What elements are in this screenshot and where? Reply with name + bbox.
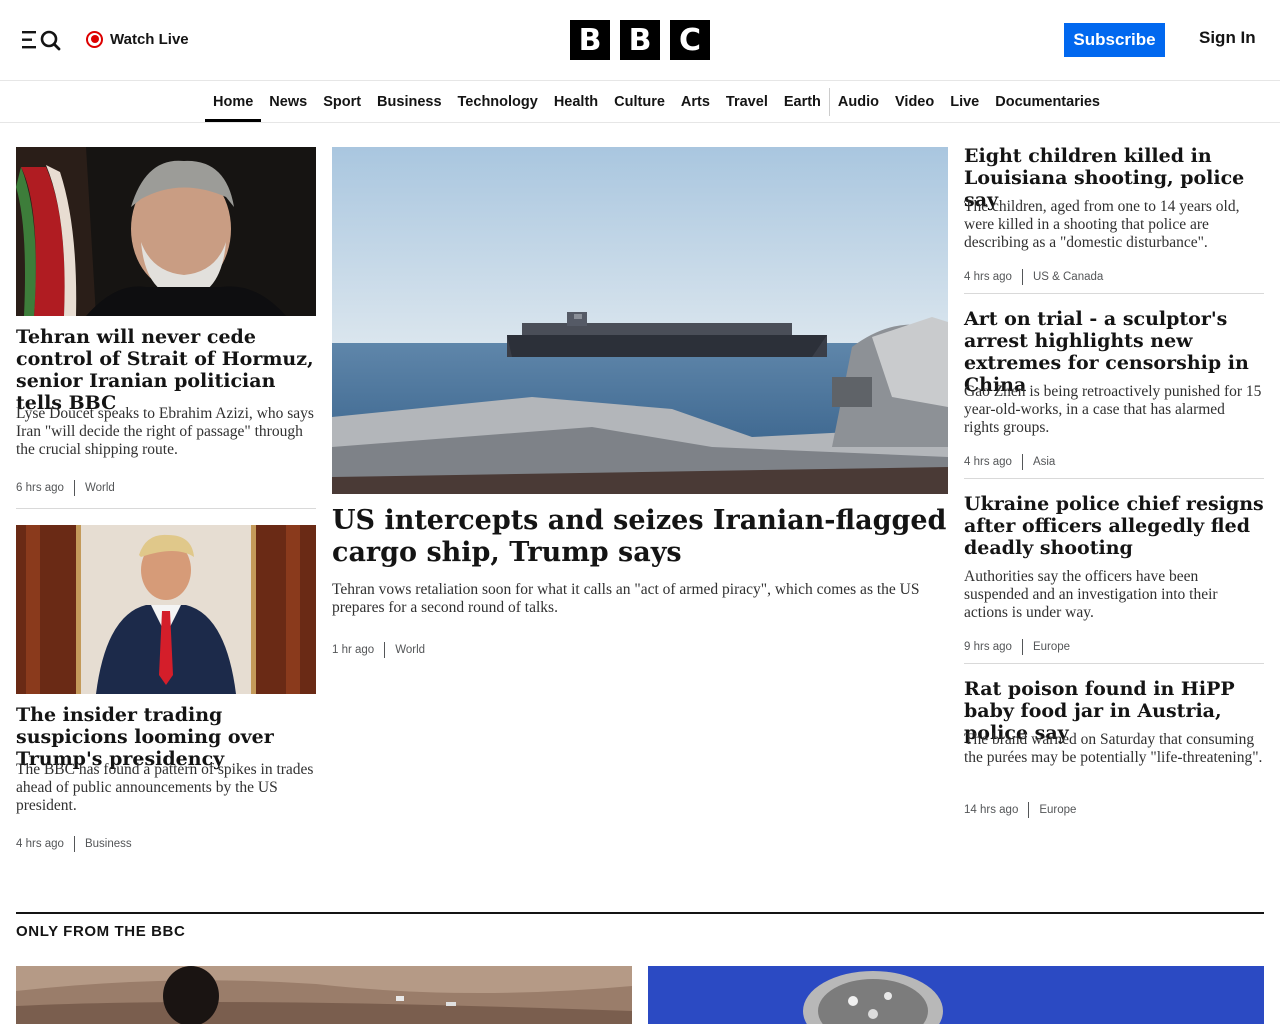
story-category[interactable]: Europe xyxy=(1033,641,1070,653)
story-divider xyxy=(16,508,316,509)
story-time: 6 hrs ago xyxy=(16,482,64,494)
nav-audio[interactable]: Audio xyxy=(830,81,887,122)
live-record-icon xyxy=(86,30,103,48)
story-title[interactable]: Tehran will never cede control of Strait… xyxy=(16,326,316,414)
nav-health[interactable]: Health xyxy=(546,81,606,122)
story-category[interactable]: World xyxy=(85,482,115,494)
nav-business[interactable]: Business xyxy=(369,81,449,122)
story-category[interactable]: Europe xyxy=(1039,804,1076,816)
story-category[interactable]: World xyxy=(395,644,425,656)
story-meta: 6 hrs ago World xyxy=(16,480,115,496)
story-summary: Authorities say the officers have been s… xyxy=(964,568,1218,621)
story-meta: 4 hrs ago Asia xyxy=(964,454,1055,470)
main-navigation: Home News Sport Business Technology Heal… xyxy=(0,81,1280,123)
nav-arts[interactable]: Arts xyxy=(673,81,718,122)
section-image-mountain[interactable] xyxy=(16,966,632,1024)
story-category[interactable]: Business xyxy=(85,838,132,850)
story-summary: Lyse Doucet speaks to Ebrahim Azizi, who… xyxy=(16,405,314,458)
nav-video[interactable]: Video xyxy=(887,81,942,122)
story-meta: 4 hrs ago US & Canada xyxy=(964,269,1103,285)
story-meta: 9 hrs ago Europe xyxy=(964,639,1070,655)
sign-in-link[interactable]: Sign In xyxy=(1199,28,1256,48)
lead-story-summary: Tehran vows retaliation soon for what it… xyxy=(332,581,920,616)
story-summary: The brand warned on Saturday that consum… xyxy=(964,731,1263,766)
nav-travel[interactable]: Travel xyxy=(718,81,776,122)
subscribe-button[interactable]: Subscribe xyxy=(1064,23,1165,57)
story-time: 1 hr ago xyxy=(332,644,375,656)
meta-divider xyxy=(1021,639,1023,655)
story-category[interactable]: Asia xyxy=(1033,456,1055,468)
story-summary: Gao Zhen is being retroactively punished… xyxy=(964,383,1262,436)
story-time: 4 hrs ago xyxy=(964,456,1012,468)
nav-technology[interactable]: Technology xyxy=(450,81,546,122)
bbc-logo[interactable]: B B C xyxy=(570,20,710,60)
story-time: 9 hrs ago xyxy=(964,641,1012,653)
nav-live[interactable]: Live xyxy=(942,81,987,122)
meta-divider xyxy=(1028,802,1030,818)
lead-image-cargo-ship[interactable] xyxy=(332,147,948,494)
story-image-politician[interactable] xyxy=(16,147,316,316)
meta-divider xyxy=(384,642,386,658)
story-divider xyxy=(964,293,1264,294)
story-meta: 14 hrs ago Europe xyxy=(964,802,1076,818)
story-category[interactable]: US & Canada xyxy=(1033,271,1103,283)
lead-story-meta: 1 hr ago World xyxy=(332,642,425,658)
story-divider xyxy=(964,663,1264,664)
story-time: 14 hrs ago xyxy=(964,804,1019,816)
menu-search-icon[interactable] xyxy=(22,28,62,52)
nav-earth[interactable]: Earth xyxy=(776,81,829,122)
story-meta: 4 hrs ago Business xyxy=(16,836,132,852)
watch-live-link[interactable]: Watch Live xyxy=(86,28,189,50)
lead-story-title[interactable]: US intercepts and seizes Iranian-flagged… xyxy=(332,505,948,569)
story-image-trump[interactable] xyxy=(16,525,316,694)
story-time: 4 hrs ago xyxy=(16,838,64,850)
nav-culture[interactable]: Culture xyxy=(606,81,673,122)
nav-sport[interactable]: Sport xyxy=(315,81,369,122)
section-divider xyxy=(16,912,1264,914)
logo-letter: C xyxy=(670,20,710,60)
story-divider xyxy=(964,478,1264,479)
section-title: ONLY FROM THE BBC xyxy=(16,923,186,940)
story-summary: The children, aged from one to 14 years … xyxy=(964,198,1240,251)
section-image-artwork[interactable] xyxy=(648,966,1264,1024)
logo-letter: B xyxy=(620,20,660,60)
nav-documentaries[interactable]: Documentaries xyxy=(987,81,1108,122)
meta-divider xyxy=(73,836,75,852)
site-header: Watch Live B B C Subscribe Sign In xyxy=(0,0,1280,81)
nav-home[interactable]: Home xyxy=(205,81,262,122)
story-time: 4 hrs ago xyxy=(964,271,1012,283)
meta-divider xyxy=(73,480,75,496)
nav-news[interactable]: News xyxy=(261,81,315,122)
logo-letter: B xyxy=(570,20,610,60)
meta-divider xyxy=(1021,454,1023,470)
story-title[interactable]: Ukraine police chief resigns after offic… xyxy=(964,493,1264,559)
story-summary: The BBC has found a pattern of spikes in… xyxy=(16,761,314,814)
meta-divider xyxy=(1021,269,1023,285)
watch-live-label: Watch Live xyxy=(110,30,189,48)
